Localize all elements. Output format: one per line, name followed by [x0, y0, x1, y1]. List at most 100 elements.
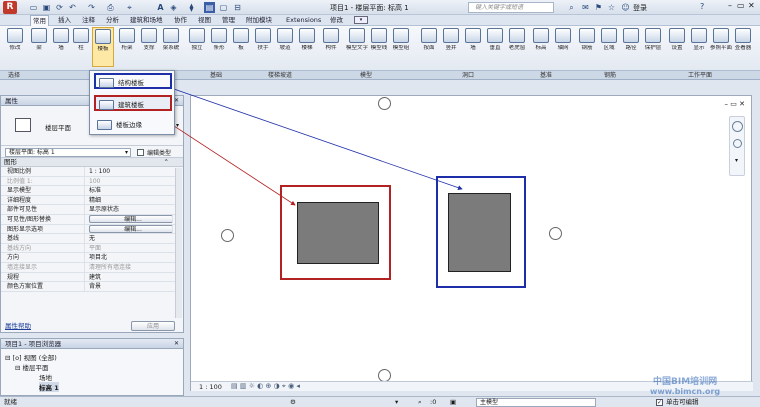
edit-type-icon[interactable]: [137, 149, 144, 156]
tab-extensions[interactable]: Extensions: [284, 15, 323, 26]
close-icon[interactable]: ✕: [174, 339, 179, 349]
minimize-icon[interactable]: –: [728, 1, 732, 10]
menu-item-floor-edge[interactable]: 楼板边缘: [94, 117, 172, 133]
app-logo-icon[interactable]: R: [3, 1, 17, 14]
tab-collaborate[interactable]: 协作: [172, 15, 189, 26]
area-rebar-button[interactable]: 区域: [598, 27, 620, 67]
search-box[interactable]: 键入关键字或短语: [468, 2, 554, 13]
grid-button[interactable]: 轴网: [552, 27, 574, 67]
architectural-floor-slab[interactable]: [448, 193, 511, 272]
properties-scrollbar[interactable]: [175, 168, 182, 318]
rebar-button[interactable]: 钢筋: [576, 27, 598, 67]
user-icon[interactable]: ☺: [620, 2, 631, 13]
wall-opening-button[interactable]: 墙: [462, 27, 484, 67]
modify-button[interactable]: 修改: [4, 27, 26, 67]
column-button[interactable]: 柱: [70, 27, 92, 67]
slab-footing-button[interactable]: 板: [230, 27, 252, 67]
show-workplane-button[interactable]: 显示: [688, 27, 710, 67]
close-icon[interactable]: ✕: [748, 1, 755, 10]
login-link[interactable]: 登录: [633, 3, 647, 13]
model-line-button[interactable]: 模型线: [368, 27, 390, 67]
measure-icon[interactable]: ⌖: [124, 2, 135, 13]
save-icon[interactable]: ▣: [41, 2, 52, 13]
vg-edit-button[interactable]: 编辑...: [89, 215, 173, 224]
tree-item-site[interactable]: 场地: [39, 372, 52, 382]
stair-button[interactable]: 楼梯: [296, 27, 318, 67]
property-row-color-scheme-location[interactable]: 颜色方案位置 背景: [1, 282, 175, 292]
tab-insert[interactable]: 插入: [56, 15, 73, 26]
tree-item-floor-plans[interactable]: ⊟ 楼层平面: [15, 362, 49, 372]
apply-button[interactable]: 应用: [131, 320, 175, 331]
group-rebar[interactable]: 钢筋: [604, 71, 616, 80]
thin-lines-icon[interactable]: ▤: [204, 2, 215, 13]
sync-icon[interactable]: ⟳: [54, 2, 65, 13]
tab-analyze[interactable]: 分析: [104, 15, 121, 26]
brace-button[interactable]: 支撑: [138, 27, 160, 67]
restore-view-icon[interactable]: ▭: [730, 100, 737, 108]
property-row-view-scale[interactable]: 视图比例 1 : 100: [1, 167, 175, 177]
elevation-marker-east[interactable]: [549, 227, 562, 240]
set-workplane-button[interactable]: 设置: [666, 27, 688, 67]
tab-view[interactable]: 视图: [196, 15, 213, 26]
property-row-orientation[interactable]: 方向 项目北: [1, 253, 175, 263]
text-tool-icon[interactable]: A: [155, 2, 166, 13]
close-hidden-icon[interactable]: ▢: [218, 2, 229, 13]
redo-icon[interactable]: ↷: [86, 2, 97, 13]
vertical-opening-button[interactable]: 垂直: [484, 27, 506, 67]
minimize-view-icon[interactable]: –: [725, 100, 729, 108]
truss-button[interactable]: 桁架: [116, 27, 138, 67]
menu-item-structural-floor[interactable]: 结构楼板: [94, 73, 172, 89]
path-rebar-button[interactable]: 路径: [620, 27, 642, 67]
nav-expand-icon[interactable]: ▾: [735, 157, 738, 164]
wall-footing-button[interactable]: 条形: [208, 27, 230, 67]
comm-center-icon[interactable]: ⚑: [593, 2, 604, 13]
property-row-detail-level[interactable]: 详细程度 精细: [1, 195, 175, 206]
viewer-button[interactable]: 查看器: [732, 27, 754, 67]
beam-button[interactable]: 梁: [28, 27, 50, 67]
component-button[interactable]: 构件: [320, 27, 342, 67]
railing-button[interactable]: 扶手: [252, 27, 274, 67]
open-icon[interactable]: ▭: [28, 2, 39, 13]
search-input[interactable]: 键入关键字或短语: [469, 4, 523, 11]
property-row-parts-visibility[interactable]: 部件可见性 显示原状态: [1, 205, 175, 215]
collapse-icon[interactable]: ⊟: [5, 354, 10, 362]
zoom-icon[interactable]: [733, 139, 742, 148]
view-instance-select[interactable]: 楼层平面: 标高 1 ▾: [5, 148, 131, 157]
panel-toggle-icon[interactable]: ▾: [354, 16, 368, 24]
isolated-footing-button[interactable]: 独立: [186, 27, 208, 67]
section-icon[interactable]: ⧫: [186, 2, 197, 13]
main-model-select[interactable]: 主模型: [476, 398, 596, 407]
favorites-icon[interactable]: ☆: [606, 2, 617, 13]
collapse-icon[interactable]: ⊟: [15, 364, 20, 372]
close-view-icon[interactable]: ✕: [739, 100, 745, 108]
editable-only-icon[interactable]: ▣: [450, 397, 456, 407]
dormer-button[interactable]: 老虎窗: [506, 27, 528, 67]
tab-massing-site[interactable]: 建筑和场地: [128, 15, 165, 26]
ref-plane-button[interactable]: 参照平面: [710, 27, 732, 67]
worksets-icon[interactable]: ⚙: [290, 397, 296, 407]
elevation-marker-west[interactable]: [221, 229, 234, 242]
undo-icon[interactable]: ↶: [67, 2, 78, 13]
print-icon[interactable]: ⎙: [105, 2, 116, 13]
chevron-down-icon[interactable]: ▾: [176, 122, 179, 129]
menu-item-architectural-floor[interactable]: 建筑楼板: [94, 95, 172, 111]
shaft-button[interactable]: 竖井: [440, 27, 462, 67]
pick-filter-icon[interactable]: ▾: [395, 397, 398, 407]
graphic-display-edit-button[interactable]: 编辑...: [89, 225, 173, 234]
ramp-button[interactable]: 坡道: [274, 27, 296, 67]
tab-manage[interactable]: 管理: [220, 15, 237, 26]
tab-modify[interactable]: 修改: [328, 15, 345, 26]
view-scale[interactable]: 1 : 100: [199, 383, 222, 391]
property-row-discipline[interactable]: 规程 建筑: [1, 272, 175, 283]
section-header-graphics[interactable]: 图形 ⌃: [1, 158, 183, 167]
view-control-icons[interactable]: ▤ ▥ ☼ ◐ ⊕ ◑ ⌖ ◉ ◂: [231, 382, 300, 391]
beam-system-button[interactable]: 梁系统: [160, 27, 182, 67]
by-face-button[interactable]: 按面: [418, 27, 440, 67]
level-button[interactable]: 标高: [530, 27, 552, 67]
structural-floor-slab[interactable]: [297, 202, 379, 264]
elevation-marker-north[interactable]: [378, 97, 391, 110]
tab-annotate[interactable]: 注释: [80, 15, 97, 26]
properties-help-link[interactable]: 属性帮助: [5, 320, 31, 330]
3d-view-icon[interactable]: ◈: [168, 2, 179, 13]
tree-item-views[interactable]: ⊟ [o] 视图 (全部): [5, 352, 57, 362]
